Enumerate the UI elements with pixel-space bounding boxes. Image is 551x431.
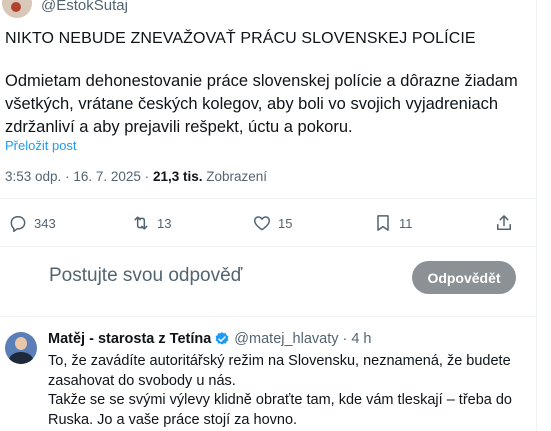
reply-text-line: To, že zavádíte autoritářský režim na Sl… — [48, 353, 511, 389]
bookmark-icon — [377, 215, 389, 231]
author-avatar[interactable] — [2, 0, 32, 18]
reply-submit-button[interactable]: Odpovědět — [412, 261, 516, 294]
bookmark-count: 11 — [399, 215, 413, 231]
action-bar: 343 13 15 11 — [0, 205, 536, 245]
verified-badge-icon — [215, 332, 229, 345]
views-label: Zobrazení — [206, 169, 268, 184]
reply-text: To, že zavádíte autoritářský režim na Sl… — [48, 352, 528, 430]
share-action[interactable] — [494, 213, 520, 233]
like-count: 15 — [278, 215, 293, 231]
meta-separator: · — [65, 169, 70, 184]
reply-time[interactable]: 4 h — [351, 331, 371, 347]
meta-separator: · — [144, 169, 150, 184]
reply-author-handle[interactable]: @matej_hlavaty — [234, 331, 338, 347]
reply-action[interactable]: 343 — [8, 213, 56, 233]
views-count: 21,3 tis. — [152, 169, 203, 184]
reply-author-name[interactable]: Matěj - starosta z Tetína — [48, 331, 211, 347]
repost-action[interactable]: 13 — [131, 213, 171, 233]
author-handle[interactable]: @EstokSutaj — [41, 0, 128, 14]
divider — [0, 316, 536, 317]
repost-icon — [134, 216, 148, 230]
divider — [0, 198, 536, 199]
post-time[interactable]: 3:53 odp. — [5, 169, 61, 184]
divider — [0, 246, 536, 247]
reply-icon — [10, 216, 26, 233]
repost-count: 13 — [157, 215, 172, 231]
reply-separator: · — [342, 331, 348, 347]
bookmark-action[interactable]: 11 — [373, 213, 413, 233]
post-meta: 3:53 odp. · 16. 7. 2025 · 21,3 tis. Zobr… — [5, 169, 267, 184]
reply-header: Matěj - starosta z Tetína @matej_hlavaty… — [48, 331, 372, 347]
share-icon — [497, 215, 511, 230]
reply-count: 343 — [34, 215, 56, 231]
reply-author-avatar[interactable] — [5, 332, 37, 364]
reply-input[interactable]: Postujte svou odpověď — [49, 265, 242, 287]
post-body: Odmietam dehonestovanie práce slovenskej… — [5, 72, 518, 136]
heart-icon — [253, 216, 271, 231]
like-action[interactable]: 15 — [252, 213, 292, 233]
post-date[interactable]: 16. 7. 2025 — [73, 169, 141, 184]
post-headline: NIKTO NEBUDE ZNEVAŽOVAŤ PRÁCU SLOVENSKEJ… — [5, 30, 476, 47]
reply-text-line: Takže se se svými výlevy klidně obraťte … — [48, 392, 512, 428]
post-detail-panel: @EstokSutaj NIKTO NEBUDE ZNEVAŽOVAŤ PRÁC… — [0, 0, 537, 431]
translate-post-link[interactable]: Přeložit post — [5, 138, 77, 153]
